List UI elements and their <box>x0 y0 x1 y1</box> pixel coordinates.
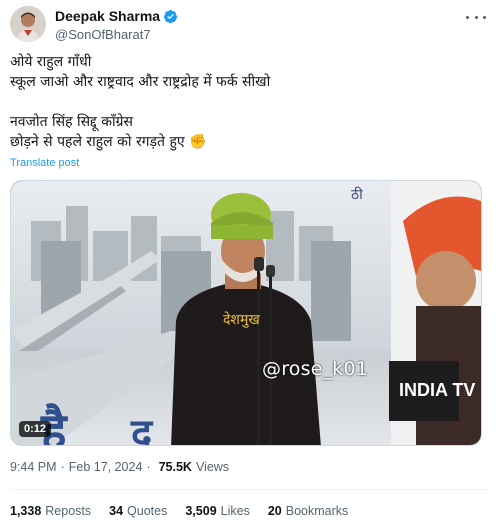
views-count: 75.5K <box>158 460 192 474</box>
podium-caption: देशमुख <box>223 311 260 328</box>
author-display-name[interactable]: Deepak Sharma <box>55 8 160 24</box>
divider <box>10 489 490 490</box>
translate-post-link[interactable]: Translate post <box>10 157 79 169</box>
verified-badge-icon <box>163 9 178 24</box>
quotes-stat[interactable]: 34 Quotes <box>109 504 167 518</box>
views-label: Views <box>195 460 230 474</box>
svg-text:द: द <box>130 412 154 446</box>
channel-logo: INDIA TV <box>399 380 475 400</box>
bookmarks-stat[interactable]: 20 Bookmarks <box>268 504 348 518</box>
video-player[interactable]: INDIA TV है द देशमुख ठी 0:12 <box>10 180 482 446</box>
tweet-time[interactable]: 9:44 PM <box>10 460 57 474</box>
author-handle[interactable]: @SonOfBharat7 <box>55 27 178 42</box>
tweet-text-line: नवजोत सिंह सिद्दू कॉंग्रेस <box>10 114 134 130</box>
reposts-count: 1,338 <box>10 504 42 518</box>
video-duration: 0:12 <box>19 421 52 437</box>
reposts-stat[interactable]: 1,338 Reposts <box>10 504 91 518</box>
video-frame: INDIA TV है द देशमुख ठी <box>11 181 481 446</box>
author-names: Deepak Sharma @SonOfBharat7 <box>55 7 178 42</box>
likes-label: Likes <box>220 504 250 518</box>
avatar[interactable] <box>10 6 46 42</box>
tweet-header: Deepak Sharma @SonOfBharat7 <box>10 6 490 46</box>
tweet-text-line: छोड़ने से पहले राहुल को रगड़ते हुए ✊ <box>10 134 207 150</box>
likes-count: 3,509 <box>185 504 217 518</box>
tweet-text: ओये राहुल गाँधी स्कूल जाओ और राष्ट्रवाद … <box>10 52 488 152</box>
meta-separator: · <box>146 460 151 474</box>
likes-stat[interactable]: 3,509 Likes <box>185 504 249 518</box>
tweet-text-line: ओये राहुल गाँधी <box>10 54 92 70</box>
bookmarks-count: 20 <box>267 504 282 518</box>
more-options-icon[interactable] <box>466 10 486 24</box>
tweet-date[interactable]: Feb 17, 2024 <box>69 460 143 474</box>
tweet-meta: 9:44 PM · Feb 17, 2024 · 75.5K Views <box>10 460 229 474</box>
tweet-card: Deepak Sharma @SonOfBharat7 ओये राहुल गा… <box>0 0 500 529</box>
engagement-stats: 1,338 Reposts 34 Quotes 3,509 Likes 20 Bookm… <box>10 504 366 518</box>
quotes-count: 34 <box>109 504 124 518</box>
bookmarks-label: Bookmarks <box>285 504 349 518</box>
svg-text:ठी: ठी <box>351 186 363 203</box>
tweet-text-line: स्कूल जाओ और राष्ट्रवाद और राष्ट्रद्रोह … <box>10 74 271 90</box>
quotes-label: Quotes <box>127 504 168 518</box>
video-watermark: @rose_k01 <box>262 358 369 380</box>
reposts-label: Reposts <box>45 504 92 518</box>
meta-separator: · <box>60 460 65 474</box>
